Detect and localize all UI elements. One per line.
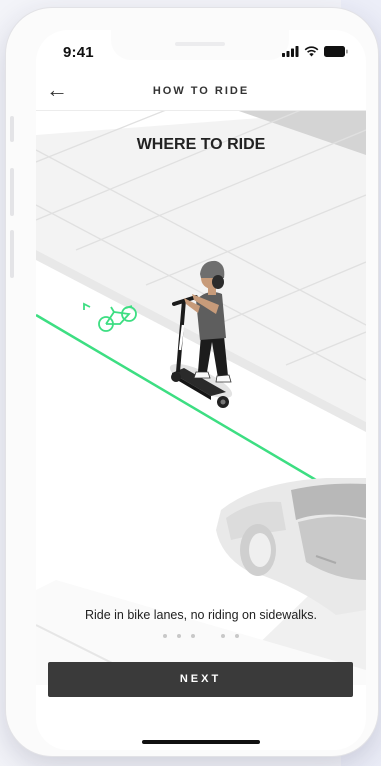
status-time: 9:41 <box>63 44 94 61</box>
side-button <box>10 230 14 278</box>
signal-icon <box>282 46 299 57</box>
side-button <box>10 168 14 216</box>
side-button <box>10 116 14 142</box>
app-screen: 9:41 ← HOW TO RIDE WHERE TO RIDE Ride in… <box>36 30 366 750</box>
status-icons <box>282 46 348 57</box>
instruction-caption: Ride in bike lanes, no riding on sidewal… <box>84 608 318 622</box>
page-dot <box>177 634 181 638</box>
nav-header: ← HOW TO RIDE <box>36 74 366 111</box>
page-dot <box>163 634 167 638</box>
home-indicator <box>142 740 260 744</box>
page-dot <box>191 634 195 638</box>
page-dot <box>221 634 225 638</box>
page-title: HOW TO RIDE <box>152 85 250 97</box>
where-to-ride-illustration <box>36 110 366 685</box>
next-button[interactable]: NEXT <box>48 662 353 697</box>
illustration-title: WHERE TO RIDE <box>136 136 266 153</box>
status-bar: 9:41 <box>36 30 366 74</box>
phone-frame: 9:41 ← HOW TO RIDE WHERE TO RIDE Ride in… <box>6 8 378 756</box>
page-dot <box>235 634 239 638</box>
battery-icon <box>324 46 348 57</box>
wifi-icon <box>304 46 319 57</box>
pagination-dots <box>36 634 366 644</box>
